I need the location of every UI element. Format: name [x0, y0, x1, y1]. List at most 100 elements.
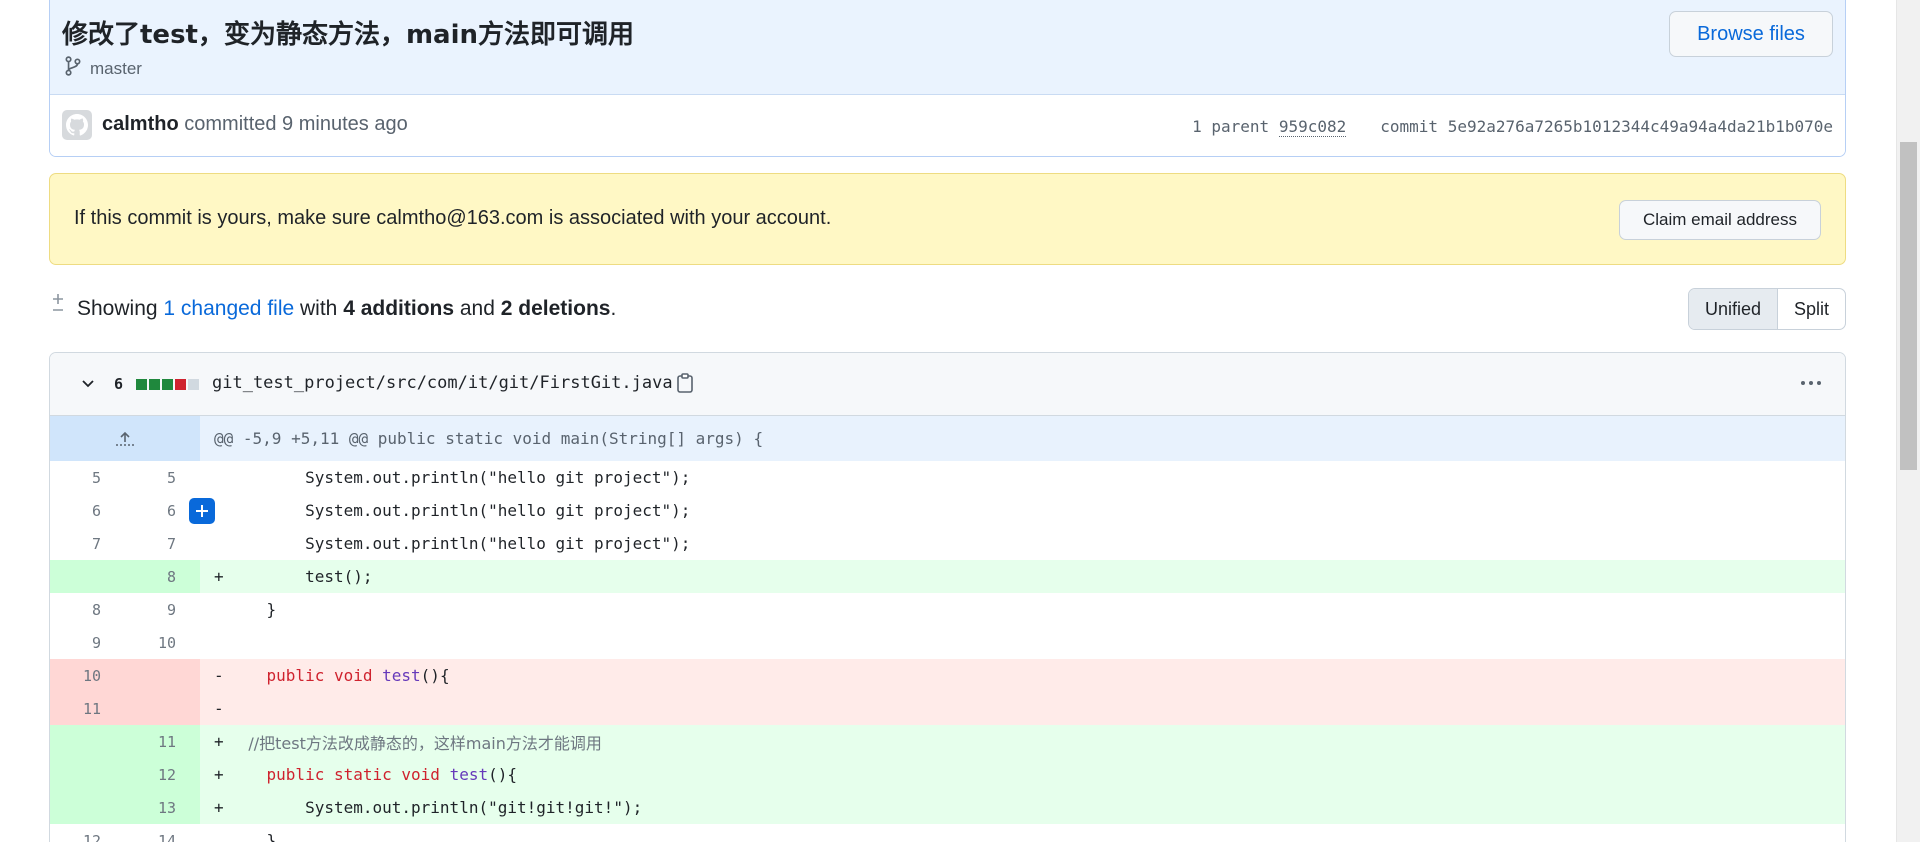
- old-line-number[interactable]: 8: [50, 593, 125, 626]
- diff-row-addition: 13 + System.out.println("git!git!git!");: [50, 791, 1845, 824]
- additions-count: 4 additions: [343, 297, 455, 320]
- changed-files-link[interactable]: 1 changed file: [163, 297, 294, 320]
- new-line-number[interactable]: 5: [125, 461, 200, 494]
- claim-email-flash: If this commit is yours, make sure calmt…: [49, 173, 1846, 265]
- summary-text: Showing 1 changed file with 4 additions …: [77, 297, 616, 321]
- diff-row: 7 7 System.out.println("hello git projec…: [50, 527, 1845, 560]
- parent-info: 1 parent 959c082: [1192, 117, 1347, 137]
- old-line-number[interactable]: 10: [50, 659, 125, 692]
- scrollbar-thumb[interactable]: [1900, 142, 1917, 470]
- commit-author-line: calmtho committed 9 minutes ago: [102, 113, 408, 136]
- diff-sign: +: [214, 798, 224, 817]
- old-line-number[interactable]: [50, 560, 125, 593]
- old-line-number[interactable]: [50, 758, 125, 791]
- old-line-number[interactable]: 9: [50, 626, 125, 659]
- diffstat-block: [136, 379, 147, 390]
- commit-time: committed 9 minutes ago: [184, 113, 408, 135]
- author-name[interactable]: calmtho: [102, 113, 179, 135]
- diff-sign: +: [214, 765, 224, 784]
- browse-files-button[interactable]: Browse files: [1669, 11, 1833, 57]
- avatar[interactable]: [62, 110, 92, 140]
- expand-up-icon[interactable]: [50, 416, 200, 461]
- code-line: public void test(){: [266, 666, 450, 685]
- summary-with: with: [294, 297, 344, 320]
- github-mark-icon: [66, 114, 88, 136]
- sha-area: 1 parent 959c082 commit 5e92a276a7265b10…: [1192, 117, 1833, 137]
- old-line-number[interactable]: 11: [50, 692, 125, 725]
- old-line-number[interactable]: [50, 725, 125, 758]
- new-line-number[interactable]: 10: [125, 626, 200, 659]
- new-line-number[interactable]: 12: [125, 758, 200, 791]
- commit-title-area: 修改了test，变为静态方法，main方法即可调用 master Browse …: [50, 0, 1845, 95]
- new-line-number[interactable]: [125, 659, 200, 692]
- deletions-count: 2 deletions: [500, 297, 611, 320]
- diff-table: @@ -5,9 +5,11 @@ public static void main…: [50, 416, 1845, 842]
- diffstat-block: [162, 379, 173, 390]
- flash-email: calmtho@163.com: [376, 207, 544, 229]
- new-line-number[interactable]: [125, 692, 200, 725]
- old-line-number[interactable]: [50, 791, 125, 824]
- claim-email-button[interactable]: Claim email address: [1619, 200, 1821, 240]
- add-comment-button[interactable]: [189, 498, 215, 524]
- hunk-text: @@ -5,9 +5,11 @@ public static void main…: [214, 429, 764, 448]
- diffstat-block: [175, 379, 186, 390]
- file-path[interactable]: git_test_project/src/com/it/git/FirstGit…: [212, 373, 673, 393]
- commit-title: 修改了test，变为静态方法，main方法即可调用: [62, 20, 635, 50]
- diff-sign: [200, 461, 228, 494]
- split-view-button[interactable]: Split: [1778, 289, 1845, 329]
- diff-sign: [200, 593, 228, 626]
- file-header: 6 git_test_project/src/com/it/git/FirstG…: [50, 353, 1845, 416]
- diff-row-addition: 12 + public static void test(){: [50, 758, 1845, 791]
- diff-row-addition: 11 + //把test方法改成静态的，这样main方法才能调用: [50, 725, 1845, 758]
- parent-sha-link[interactable]: 959c082: [1278, 117, 1347, 137]
- diff-sign: +: [214, 732, 224, 751]
- new-line-number[interactable]: 9: [125, 593, 200, 626]
- branch-name[interactable]: master: [90, 59, 142, 79]
- unified-view-button[interactable]: Unified: [1688, 289, 1778, 329]
- copy-path-icon[interactable]: [675, 372, 695, 398]
- flash-suffix: is associated with your account.: [543, 207, 832, 229]
- code-line: public static void test(){: [266, 765, 517, 784]
- hunk-header: @@ -5,9 +5,11 @@ public static void main…: [50, 416, 1845, 461]
- code-line: test();: [228, 567, 373, 586]
- diff-row-deletion: 11 -: [50, 692, 1845, 725]
- diffstat-block: [149, 379, 160, 390]
- file-diff-icon: [50, 292, 66, 320]
- code-line: }: [228, 831, 277, 842]
- plus-icon: [196, 505, 208, 517]
- summary-period: .: [610, 297, 617, 320]
- diff-sign: [200, 527, 228, 560]
- file-diff: 6 git_test_project/src/com/it/git/FirstG…: [49, 352, 1846, 842]
- code-line: System.out.println("hello git project");: [228, 501, 691, 520]
- new-line-number[interactable]: 13: [125, 791, 200, 824]
- diff-summary: Showing 1 changed file with 4 additions …: [49, 288, 1846, 330]
- page-scrollbar[interactable]: [1896, 0, 1920, 842]
- new-line-number[interactable]: 8: [125, 560, 200, 593]
- diff-row-deletion: 10 - public void test(){: [50, 659, 1845, 692]
- code-line: System.out.println("git!git!git!");: [228, 798, 643, 817]
- new-line-number[interactable]: 14: [125, 824, 200, 842]
- flash-prefix: If this commit is yours, make sure: [74, 207, 377, 229]
- commit-label: commit: [1380, 117, 1439, 136]
- flash-message: If this commit is yours, make sure calmt…: [74, 207, 831, 230]
- code-line: }: [228, 600, 277, 619]
- chevron-down-icon[interactable]: [80, 375, 96, 395]
- code-line: System.out.println("hello git project");: [228, 534, 691, 553]
- diff-row: 6 6 System.out.println("hello git projec…: [50, 494, 1845, 527]
- new-line-number[interactable]: 7: [125, 527, 200, 560]
- diffstat-bar: [136, 379, 199, 390]
- old-line-number[interactable]: 7: [50, 527, 125, 560]
- old-line-number[interactable]: 5: [50, 461, 125, 494]
- old-line-number[interactable]: 6: [50, 494, 125, 527]
- branch-row: master: [64, 56, 142, 81]
- new-line-number[interactable]: 11: [125, 725, 200, 758]
- diff-row: 8 9 }: [50, 593, 1845, 626]
- summary-showing: Showing: [77, 297, 164, 320]
- more-options-icon[interactable]: [1801, 381, 1821, 385]
- diff-sign: [200, 824, 228, 842]
- old-line-number[interactable]: 12: [50, 824, 125, 842]
- diff-row: 12 14 }: [50, 824, 1845, 842]
- git-branch-icon: [64, 56, 82, 81]
